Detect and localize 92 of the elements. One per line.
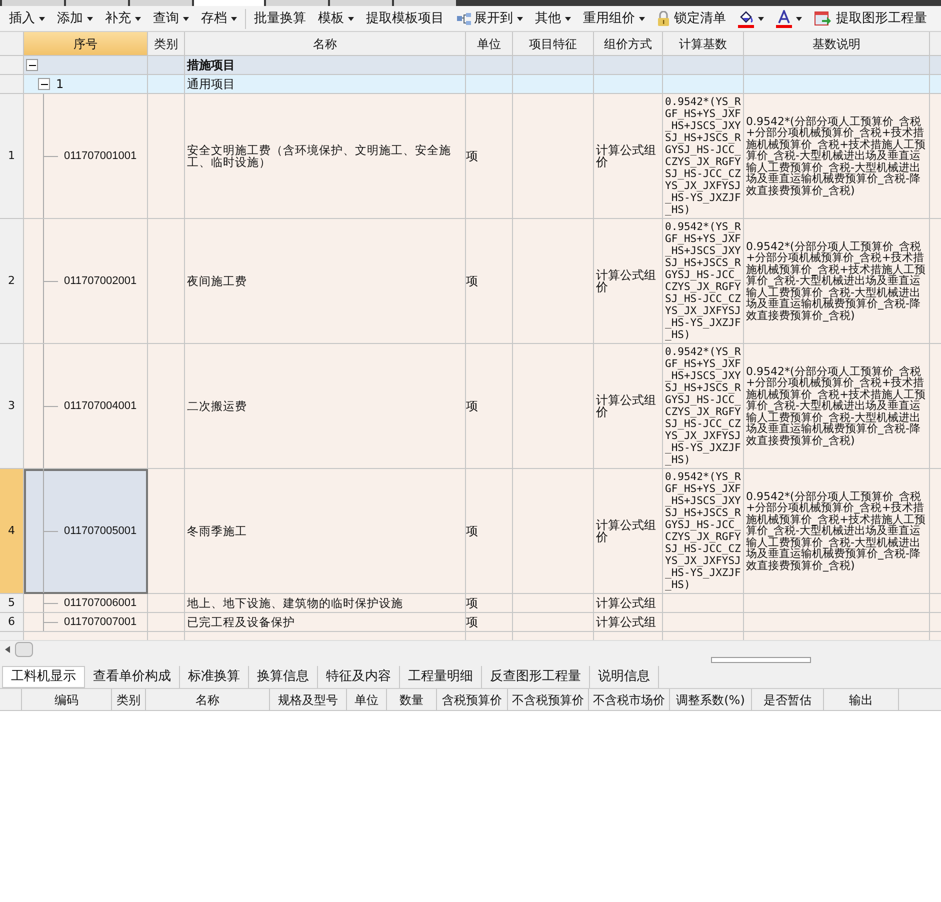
row-index: 2 <box>8 272 15 289</box>
row-index: 3 <box>8 398 15 414</box>
section-title: 通用项目 <box>187 76 235 93</box>
formula-description: 0.9542*(分部分项人工预算价_含税+分部分项机械预算价_含税+技术措施机械预算价_含税+技术措施人工预算价_含税-大型机械进出场及垂直运输人工费预算价_含税-大型机械进出场及垂直运输机械费预算价_含税-降效直接费预算价_含税) <box>746 366 927 446</box>
toolbar-button[interactable]: 提取模板项目 <box>360 8 450 30</box>
caret-icon <box>39 16 45 20</box>
toolbar-button[interactable]: 重用组价 <box>577 8 651 30</box>
toolbar-button[interactable]: 批量换算 <box>248 8 312 30</box>
toolbar-button[interactable]: 添加 <box>51 8 99 30</box>
font-color-icon[interactable] <box>776 10 792 28</box>
splitter-handle[interactable] <box>711 657 811 663</box>
toolbar-button[interactable]: 模板 <box>312 8 360 30</box>
caret-icon <box>135 16 141 20</box>
caret-icon <box>231 16 237 20</box>
toolbar-button[interactable]: 其他 <box>529 8 577 30</box>
detail-tab[interactable]: 特征及内容 <box>318 666 400 688</box>
formula-text: 0.9542*(YS_RGF_HS+YS_JXF_HS+JSCS_JXYSJ_HS+JSCS_RGYSJ_HS-JCC_CZYS_JX_RGFYSJ_HS-JCC_CZYS_JX_JXFYSJ_HS-YS_JXZJF_HS) <box>665 471 741 591</box>
caret-icon <box>565 16 571 20</box>
row-index: 6 <box>8 614 15 630</box>
caret-icon <box>758 16 764 20</box>
detail-tab[interactable]: 反查图形工程量 <box>482 666 590 688</box>
caret-icon <box>183 16 189 20</box>
formula-description: 0.9542*(分部分项人工预算价_含税+分部分项机械预算价_含税+技术措施机械预算价_含税+技术措施人工预算价_含税-大型机械进出场及垂直运输人工费预算价_含税-大型机械进出场及垂直运输机械费预算价_含税-降效直接费预算价_含税) <box>746 490 927 572</box>
formula-description: 0.9542*(分部分项人工预算价_含税+分部分项机械预算价_含税+技术措施机械预算价_含税+技术措施人工预算价_含税-大型机械进出场及垂直运输人工费预算价_含税-大型机械进出场及垂直运输机械费预算价_含税-降效直接费预算价_含税) <box>746 116 927 196</box>
item-code: 011707002001 <box>64 274 137 289</box>
row-header[interactable]: 5 <box>0 594 24 613</box>
row-index: 5 <box>8 594 15 611</box>
detail-tab[interactable]: 换算信息 <box>249 666 318 688</box>
formula-text: 0.9542*(YS_RGF_HS+YS_JXF_HS+JSCS_JXYSJ_HS+JSCS_RGYSJ_HS-JCC_CZYS_JX_RGFYSJ_HS-JCC_CZYS_JX_JXFYSJ_HS-YS_JXZJF_HS) <box>665 221 741 341</box>
toolbar-button[interactable]: 展开到 <box>450 8 529 30</box>
item-code: 011707005001 <box>64 524 137 539</box>
pricing-method: 计算公式组价 <box>596 519 657 543</box>
detail-tab[interactable]: 标准换算 <box>180 666 249 688</box>
detail-tab[interactable]: 查看单价构成 <box>85 666 180 688</box>
item-name: 安全文明施工费（含环境保护、文明施工、安全施工、临时设施） <box>187 144 452 168</box>
unit-text: 项 <box>466 595 478 612</box>
collapse-toggle[interactable] <box>38 78 50 90</box>
section-title: 措施项目 <box>187 57 235 74</box>
toolbar-button[interactable]: 查询 <box>147 8 195 30</box>
toolbar-button[interactable]: 提取图形工程量 <box>808 8 933 30</box>
row-number: 1 <box>56 76 64 93</box>
formula-description: 0.9542*(分部分项人工预算价_含税+分部分项机械预算价_含税+技术措施机械预算价_含税+技术措施人工预算价_含税-大型机械进出场及垂直运输人工费预算价_含税-大型机械进出场及垂直运输机械费预算价_含税-降效直接费预算价_含税) <box>746 240 927 322</box>
formula-text: 0.9542*(YS_RGF_HS+YS_JXF_HS+JSCS_JXYSJ_HS+JSCS_RGYSJ_HS-JCC_CZYS_JX_RGFYSJ_HS-JCC_CZYS_JX_JXFYSJ_HS-YS_JXZJF_HS) <box>665 346 741 466</box>
tree-icon <box>456 12 472 26</box>
item-name: 冬雨季施工 <box>187 525 247 537</box>
row-header[interactable]: 3 <box>0 344 24 469</box>
detail-tab[interactable]: 工料机显示 <box>2 666 85 688</box>
item-name: 已完工程及设备保护 <box>187 616 295 628</box>
pricing-method: 计算公式组价 <box>596 144 657 168</box>
pricing-method: 计算公式组价 <box>596 394 657 418</box>
caret-icon <box>639 16 645 20</box>
collapse-toggle[interactable] <box>26 59 38 71</box>
toolbar-button[interactable]: 插入 <box>3 8 51 30</box>
unit-text: 项 <box>466 523 478 540</box>
row-header[interactable]: 6 <box>0 613 24 632</box>
unit-text: 项 <box>466 398 478 415</box>
column-header[interactable]: 序号 <box>24 32 148 56</box>
item-name: 夜间施工费 <box>187 275 247 287</box>
caret-icon <box>348 16 354 20</box>
row-header[interactable] <box>0 632 24 640</box>
extract-icon <box>814 10 832 26</box>
caret-icon <box>796 16 802 20</box>
row-index: 1 <box>8 148 15 164</box>
item-name: 二次搬运费 <box>187 400 247 412</box>
row-header[interactable]: 1 <box>0 94 24 219</box>
toolbar-button[interactable]: 存档 <box>195 8 243 30</box>
detail-tab[interactable]: 工程量明细 <box>400 666 482 688</box>
row-header[interactable]: 4 <box>0 469 24 594</box>
item-name: 地上、地下设施、建筑物的临时保护设施 <box>187 597 403 609</box>
scroll-thumb[interactable] <box>15 642 33 656</box>
item-code: 011707001001 <box>64 148 137 164</box>
paint-bucket-icon[interactable] <box>738 10 754 28</box>
lock-icon <box>657 11 670 26</box>
detail-tab[interactable]: 说明信息 <box>590 666 659 688</box>
pricing-method: 计算公式组 <box>596 597 656 609</box>
unit-text: 项 <box>466 148 478 165</box>
horizontal-scrollbar[interactable] <box>0 640 941 657</box>
item-code: 011707004001 <box>64 398 137 414</box>
pricing-method: 计算公式组 <box>596 616 656 628</box>
formula-text: 0.9542*(YS_RGF_HS+YS_JXF_HS+JSCS_JXYSJ_HS+JSCS_RGYSJ_HS-JCC_CZYS_JX_RGFYSJ_HS-JCC_CZYS_JX_JXFYSJ_HS-YS_JXZJF_HS) <box>665 96 741 216</box>
unit-text: 项 <box>466 614 478 631</box>
toolbar-button[interactable]: 锁定清单 <box>651 8 732 30</box>
row-index: 4 <box>8 522 15 539</box>
caret-icon <box>517 16 523 20</box>
toolbar-button[interactable]: 补充 <box>99 8 147 30</box>
scroll-left-icon[interactable] <box>5 646 10 652</box>
row-header[interactable]: 2 <box>0 219 24 344</box>
pricing-method: 计算公式组价 <box>596 269 657 293</box>
item-code: 011707007001 <box>64 614 137 630</box>
unit-text: 项 <box>466 273 478 290</box>
caret-icon <box>87 16 93 20</box>
item-code: 011707006001 <box>64 596 137 611</box>
